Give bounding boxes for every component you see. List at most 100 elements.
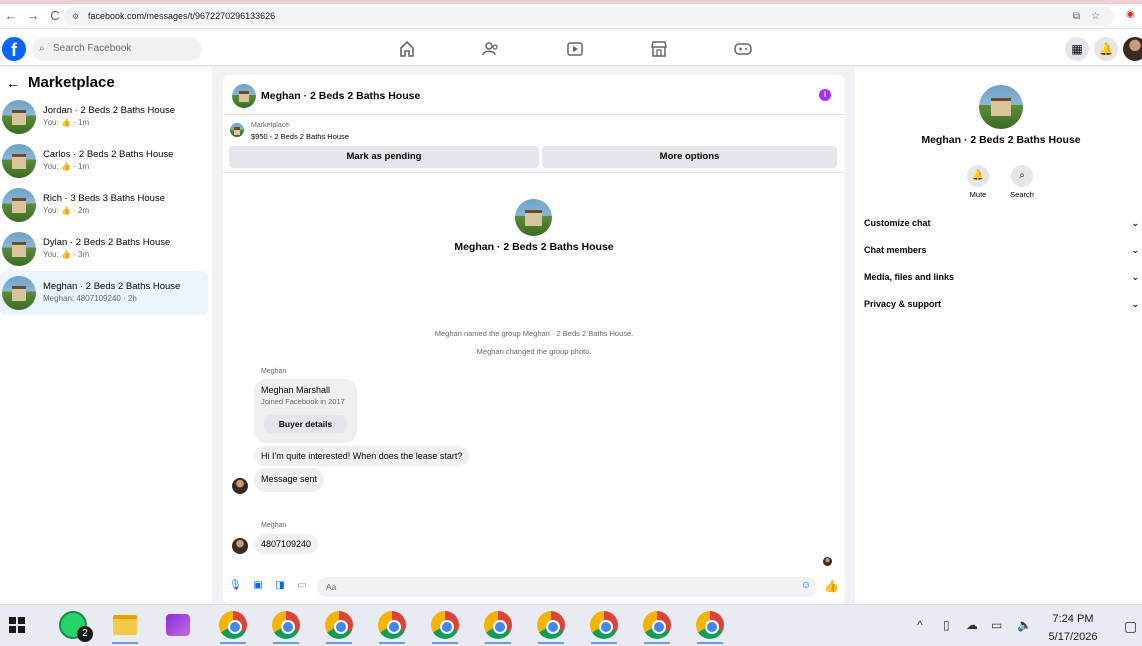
conversation-avatar [2, 100, 36, 134]
sender-avatar[interactable] [232, 478, 248, 494]
section-chat-members[interactable]: Chat members ⌄ [864, 245, 1139, 255]
chat-info-avatar[interactable] [979, 85, 1023, 129]
section-customize-chat[interactable]: Customize chat ⌄ [864, 218, 1139, 228]
group-photo[interactable] [515, 199, 552, 236]
active-app-indicator [485, 642, 511, 644]
buyer-joined: Joined Facebook in 2017 [261, 397, 345, 406]
conversation-avatar [2, 276, 36, 310]
whatsapp-badge: 2 [77, 626, 93, 642]
notification-center-icon[interactable]: ▢ [1124, 618, 1137, 635]
conversation-title: Rich · 3 Beds 3 Baths House [43, 193, 165, 204]
sticker-icon[interactable]: ◨ [274, 580, 286, 592]
back-arrow-icon[interactable]: ← [0, 8, 22, 23]
mute-bell-icon[interactable]: 🔔 [967, 165, 989, 187]
windows-start-icon[interactable] [9, 617, 25, 633]
section-media-files-links[interactable]: Media, files and links ⌄ [864, 272, 1139, 282]
chat-avatar[interactable] [232, 84, 256, 108]
search-input[interactable]: ⌕ Search Facebook [32, 37, 202, 61]
active-app-indicator [273, 642, 299, 644]
chrome-profile-icon[interactable] [272, 611, 300, 639]
sender-avatar[interactable] [232, 538, 248, 554]
chrome-profile-icon[interactable] [325, 611, 353, 639]
chrome-profile-icon[interactable] [378, 611, 406, 639]
buyer-details-button[interactable]: Buyer details [264, 415, 347, 433]
active-app-indicator [432, 642, 458, 644]
conversation-preview: You: 👍 · 3m [43, 250, 90, 259]
search-label: Search [1010, 190, 1034, 199]
mark-as-pending-button[interactable]: Mark as pending [229, 146, 539, 168]
bookmark-star-icon[interactable]: ☆ [1091, 7, 1100, 26]
message-bubble: Message sent [254, 468, 325, 492]
device-icon[interactable]: ▯ [943, 618, 950, 632]
active-app-indicator [697, 642, 723, 644]
back-arrow-icon[interactable]: ← [6, 75, 20, 91]
conversation-item[interactable]: Rich · 3 Beds 3 Baths House You: 👍 · 2m [0, 183, 208, 227]
more-options-button[interactable]: More options [542, 146, 837, 168]
media-app-icon[interactable] [166, 614, 190, 636]
conversation-item-active[interactable]: Meghan · 2 Beds 2 Baths House Meghan: 48… [0, 271, 208, 315]
listing-source: Marketplace [251, 122, 290, 129]
message-bubble: Hi I'm quite interested! When does the l… [254, 446, 470, 466]
chrome-profile-icon[interactable] [696, 611, 724, 639]
clock-time: 7:24 PM [1052, 613, 1094, 625]
active-app-indicator [591, 642, 617, 644]
chrome-profile-icon[interactable] [643, 611, 671, 639]
conversation-item[interactable]: Dylan · 2 Beds 2 Baths House You: 👍 · 3m [0, 227, 208, 271]
chat-info-panel [855, 67, 1142, 604]
facebook-logo-icon[interactable]: f [2, 37, 26, 61]
site-info-icon[interactable]: ⚙ [72, 7, 79, 26]
conversation-item[interactable]: Jordan · 2 Beds 2 Baths House You: 👍 · 1… [0, 95, 208, 139]
apps-grid-icon[interactable]: ▦ [1065, 37, 1089, 61]
notifications-bell-icon[interactable]: 🔔 [1094, 37, 1118, 61]
chrome-profile-icon[interactable] [537, 611, 565, 639]
search-placeholder: Search Facebook [53, 43, 132, 54]
chevron-down-icon: ⌄ [1131, 272, 1139, 282]
taskbar-clock[interactable]: 7:24 PM 5/17/2026 [1038, 610, 1108, 646]
conversation-preview: You: 👍 · 1m [43, 162, 90, 171]
install-app-icon[interactable]: ⧉ [1073, 7, 1080, 26]
chat-header: Meghan · 2 Beds 2 Baths House i [223, 75, 845, 115]
marketplace-icon[interactable] [648, 38, 670, 60]
chrome-profile-icon[interactable] [590, 611, 618, 639]
active-app-indicator [112, 642, 138, 644]
home-icon[interactable] [396, 38, 418, 60]
chevron-up-icon[interactable]: ^ [917, 618, 923, 632]
file-explorer-icon[interactable] [113, 615, 137, 635]
forward-arrow-icon[interactable]: → [22, 8, 44, 23]
onedrive-cloud-icon[interactable]: ☁ [966, 618, 978, 632]
microphone-icon[interactable]: 🎙 [229, 580, 242, 592]
emoji-icon[interactable]: ☺ [800, 580, 812, 592]
message-input[interactable]: Aa [317, 577, 817, 597]
url-field[interactable]: ⚙ facebook.com/messages/t/96722702961336… [64, 7, 1114, 26]
read-receipt-avatar [823, 557, 832, 566]
chrome-profile-icon[interactable] [431, 611, 459, 639]
thumbs-up-icon[interactable]: 👍 [824, 580, 839, 592]
chrome-icon[interactable] [219, 611, 247, 639]
conversation-title: Dylan · 2 Beds 2 Baths House [43, 237, 171, 248]
active-app-indicator [538, 642, 564, 644]
chat-title[interactable]: Meghan · 2 Beds 2 Baths House [261, 90, 420, 102]
profile-icon[interactable]: ◉ [1126, 9, 1135, 20]
gaming-icon[interactable] [732, 38, 754, 60]
clock-date: 5/17/2026 [1048, 631, 1098, 643]
network-icon[interactable]: ▭ [991, 618, 1002, 632]
browser-address-bar: ← → C ⚙ facebook.com/messages/t/96722702… [0, 4, 1142, 29]
profile-avatar[interactable] [1123, 37, 1142, 61]
info-icon[interactable]: i [819, 89, 831, 101]
chrome-profile-icon[interactable] [484, 611, 512, 639]
listing-price-title[interactable]: $950 - 2 Beds 2 Baths House [251, 132, 349, 141]
photo-icon[interactable]: ▣ [252, 580, 264, 592]
conversation-item[interactable]: Carlos · 2 Beds 2 Baths House You: 👍 · 1… [0, 139, 208, 183]
url-text: facebook.com/messages/t/9672270296133626 [88, 11, 276, 21]
section-privacy-support[interactable]: Privacy & support ⌄ [864, 299, 1139, 309]
reload-icon[interactable]: C [44, 8, 66, 23]
section-label: Privacy & support [864, 299, 942, 309]
friends-icon[interactable] [480, 38, 502, 60]
system-message: Meghan named the group Meghan · 2 Beds 2… [434, 329, 634, 338]
search-icon[interactable]: ⌕ [1011, 165, 1033, 187]
gif-icon[interactable]: ▭ [296, 580, 308, 592]
volume-icon[interactable]: 🔈 [1017, 618, 1032, 632]
video-icon[interactable] [564, 38, 586, 60]
sender-label: Meghan [261, 522, 287, 529]
group-name: Meghan · 2 Beds 2 Baths House [454, 241, 614, 253]
